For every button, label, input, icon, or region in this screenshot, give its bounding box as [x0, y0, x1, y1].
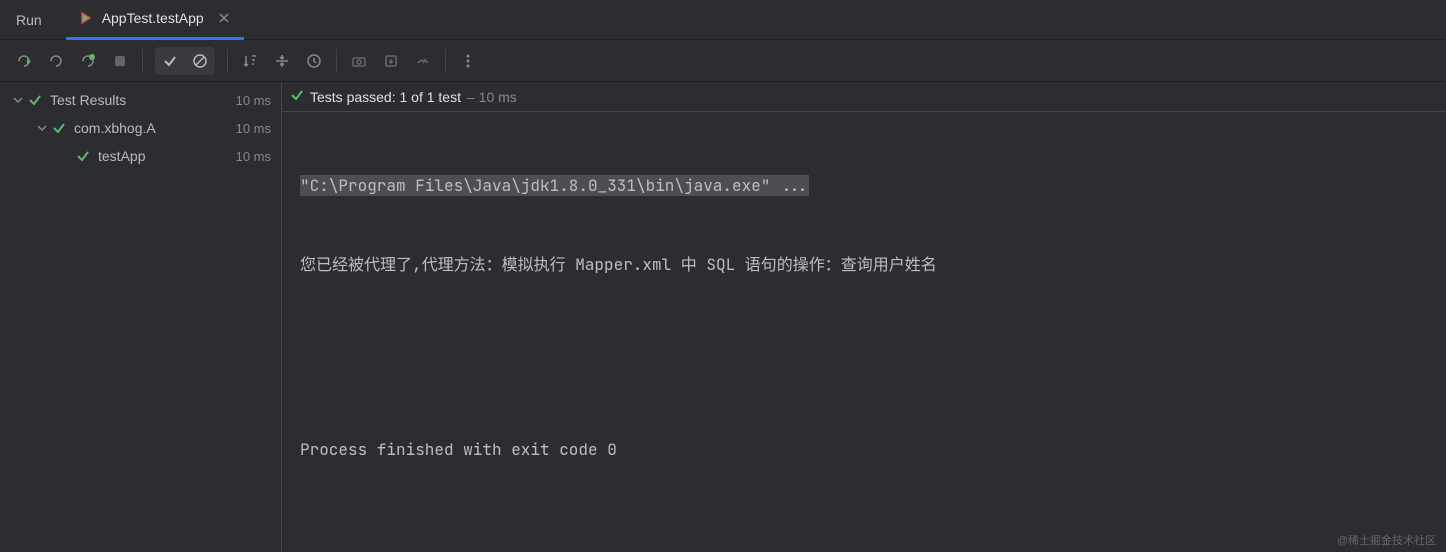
run-panel-header: Run AppTest.testApp [0, 0, 1446, 40]
toolbar-separator [142, 49, 143, 73]
tree-label: com.xbhog.A [74, 120, 230, 136]
rerun-button[interactable] [10, 47, 38, 75]
tree-time: 10 ms [236, 149, 271, 164]
chevron-down-icon [10, 95, 26, 105]
toolbar-separator [445, 49, 446, 73]
main-content: Test Results 10 ms com.xbhog.A 10 ms tes… [0, 82, 1446, 552]
expand-button[interactable] [268, 47, 296, 75]
show-ignored-button[interactable] [185, 47, 215, 75]
check-icon [74, 149, 92, 163]
test-tree-panel: Test Results 10 ms com.xbhog.A 10 ms tes… [0, 82, 282, 552]
tree-row-results[interactable]: Test Results 10 ms [0, 86, 281, 114]
toolbar-separator [227, 49, 228, 73]
import-button[interactable] [377, 47, 405, 75]
check-icon [50, 121, 68, 135]
tree-label: testApp [98, 148, 230, 164]
sort-button[interactable] [236, 47, 264, 75]
tree-row-package[interactable]: com.xbhog.A 10 ms [0, 114, 281, 142]
chevron-down-icon [34, 123, 50, 133]
test-status-bar: Tests passed: 1 of 1 test – 10 ms [282, 82, 1446, 112]
stop-button[interactable] [106, 47, 134, 75]
gauge-button[interactable] [409, 47, 437, 75]
close-icon[interactable] [216, 10, 232, 26]
tree-label: Test Results [50, 92, 230, 108]
toolbar-separator [336, 49, 337, 73]
console-line: 您已经被代理了,代理方法：模拟执行 Mapper.xml 中 SQL 语句的操作… [300, 252, 1428, 278]
check-icon [290, 88, 304, 105]
output-panel: Tests passed: 1 of 1 test – 10 ms "C:\Pr… [282, 82, 1446, 552]
status-text: Tests passed: 1 of 1 test [310, 89, 461, 105]
tree-time: 10 ms [236, 121, 271, 136]
history-button[interactable] [300, 47, 328, 75]
tab-label: AppTest.testApp [102, 10, 204, 26]
console-line: Process finished with exit code 0 [300, 437, 1428, 463]
check-icon [26, 93, 44, 107]
run-label: Run [16, 12, 42, 28]
test-run-icon [78, 10, 94, 26]
tab-apptest[interactable]: AppTest.testApp [66, 0, 244, 40]
tree-time: 10 ms [236, 93, 271, 108]
watermark: @稀土掘金技术社区 [1337, 532, 1436, 548]
status-time: – 10 ms [467, 89, 517, 105]
console-line: "C:\Program Files\Java\jdk1.8.0_331\bin\… [300, 175, 809, 196]
rerun-failed-button[interactable] [74, 47, 102, 75]
more-options-button[interactable] [454, 47, 482, 75]
screenshot-button[interactable] [345, 47, 373, 75]
show-passed-button[interactable] [155, 47, 185, 75]
rerun-modified-button[interactable] [42, 47, 70, 75]
console-output[interactable]: "C:\Program Files\Java\jdk1.8.0_331\bin\… [282, 112, 1446, 552]
toolbar [0, 40, 1446, 82]
tree-row-test[interactable]: testApp 10 ms [0, 142, 281, 170]
